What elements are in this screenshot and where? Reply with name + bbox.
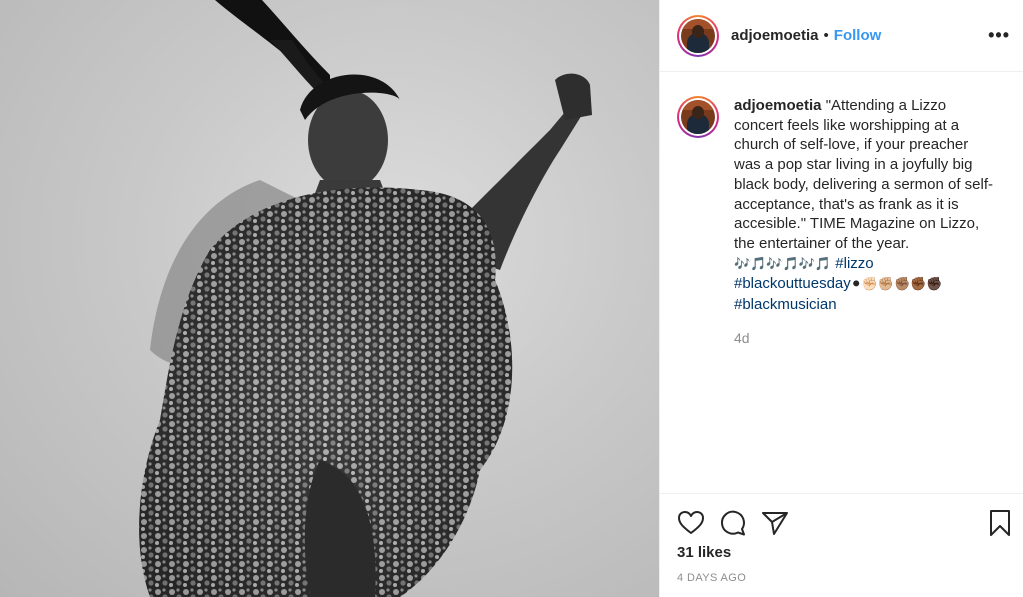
- avatar-image: [681, 100, 715, 134]
- caption-avatar[interactable]: [677, 96, 719, 138]
- likes-count[interactable]: 31 likes: [677, 544, 731, 561]
- music-notes-emoji: 🎶🎵🎶🎵🎶🎵: [734, 256, 832, 272]
- fist-emojis: ⚫✊🏻✊🏼✊🏽✊🏾✊🏿: [850, 277, 943, 293]
- caption-body: adjoemoetia "Attending a Lizzo concert f…: [734, 96, 999, 348]
- separator-dot: •: [823, 27, 829, 44]
- more-options-icon[interactable]: •••: [988, 26, 1010, 44]
- paper-plane-icon[interactable]: [761, 509, 789, 537]
- hashtag-blackmusician[interactable]: #blackmusician: [734, 296, 837, 313]
- hashtag-lizzo[interactable]: #lizzo: [835, 255, 873, 272]
- post-details-panel: adjoemoetia • Follow ••• adjoemoetia "At…: [659, 0, 1023, 597]
- comment-icon[interactable]: [719, 509, 747, 537]
- caption-text: "Attending a Lizzo concert feels like wo…: [734, 97, 994, 252]
- post-actions: 31 likes 4 DAYS AGO: [660, 493, 1023, 597]
- caption-age[interactable]: 4d: [734, 329, 999, 349]
- avatar-image: [681, 18, 715, 53]
- follow-button[interactable]: Follow: [834, 27, 882, 44]
- photo-illustration: [139, 0, 592, 597]
- bookmark-icon[interactable]: [986, 509, 1014, 537]
- heart-icon[interactable]: [677, 509, 705, 537]
- hashtag-blackouttuesday[interactable]: #blackouttuesday: [734, 275, 851, 292]
- post-header: adjoemoetia • Follow •••: [660, 0, 1023, 72]
- post-caption: adjoemoetia "Attending a Lizzo concert f…: [677, 96, 1012, 348]
- author-avatar[interactable]: [677, 14, 719, 57]
- author-username[interactable]: adjoemoetia: [731, 27, 819, 44]
- post-date[interactable]: 4 DAYS AGO: [677, 572, 746, 584]
- caption-username[interactable]: adjoemoetia: [734, 97, 822, 114]
- post-photo[interactable]: [0, 0, 659, 597]
